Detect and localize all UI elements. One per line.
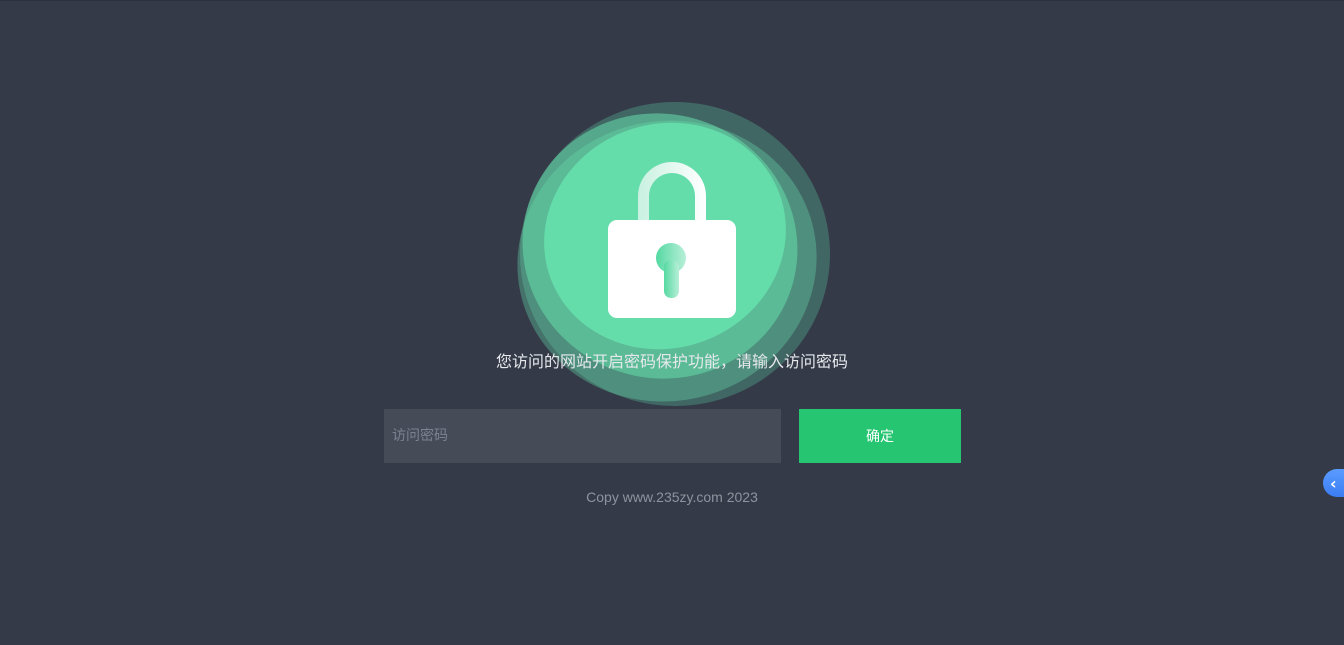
side-expand-tab[interactable]: ‹ [1323,469,1344,497]
protection-message: 您访问的网站开启密码保护功能，请输入访问密码 [495,352,848,371]
footer-copyright: Copy www.235zy.com 2023 [586,489,758,505]
confirm-button[interactable]: 确定 [799,409,961,463]
top-border [0,0,1344,1]
password-input[interactable] [384,409,781,463]
chevron-left-icon: ‹ [1330,473,1337,493]
